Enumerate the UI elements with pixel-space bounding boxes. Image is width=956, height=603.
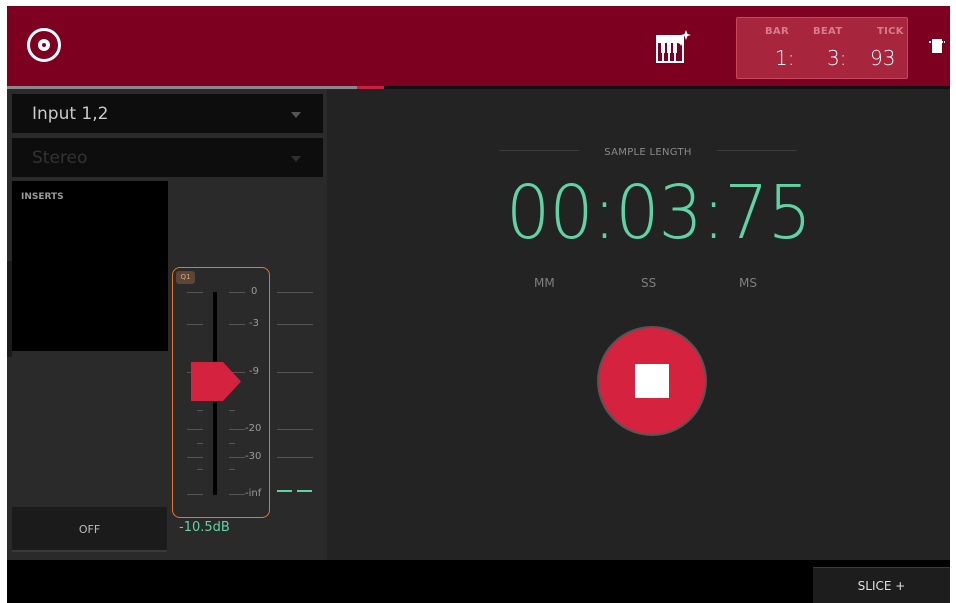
- channel-mode-value: Stereo: [32, 148, 88, 168]
- tick-value[interactable]: 93: [870, 46, 895, 70]
- bar-label: BAR: [765, 26, 789, 37]
- bar-value[interactable]: 1:: [775, 46, 794, 70]
- stop-record-button[interactable]: [597, 326, 707, 436]
- db-mark-minus3: -3: [249, 318, 259, 329]
- fader-handle[interactable]: [191, 362, 241, 401]
- tick-label: TICK: [877, 26, 904, 37]
- inserts-label: INSERTS: [21, 192, 64, 202]
- position-counter[interactable]: BAR BEAT TICK 1: 3: 93: [736, 17, 908, 79]
- sample-length-time: 00:03:75: [506, 170, 812, 256]
- off-label: OFF: [78, 523, 101, 536]
- bottom-toolbar: SLICE +: [7, 560, 950, 603]
- db-mark-minus20: -20: [245, 423, 262, 434]
- inserts-slot[interactable]: INSERTS: [12, 181, 168, 351]
- app-window: BAR BEAT TICK 1: 3: 93 Input 1,2 Stereo …: [7, 6, 950, 603]
- unit-minutes: MM: [534, 276, 555, 290]
- db-mark-0: 0: [251, 286, 258, 297]
- beat-value[interactable]: 3:: [827, 46, 846, 70]
- input-panel: Input 1,2 Stereo INSERTS OFF Q1 0 -3 -9 …: [7, 89, 327, 560]
- db-mark-minus9: -9: [249, 366, 259, 377]
- input-source-value: Input 1,2: [32, 104, 109, 124]
- chevron-down-icon: [291, 156, 301, 162]
- fader-value: -10.5dB: [179, 520, 230, 535]
- monitor-off-button[interactable]: OFF: [12, 507, 167, 552]
- chevron-down-icon: [291, 112, 301, 118]
- slice-plus-button[interactable]: SLICE +: [813, 567, 950, 603]
- keyboard-sparkle-icon[interactable]: [655, 30, 691, 66]
- sample-length-label: SAMPLE LENGTH: [604, 147, 692, 158]
- channel-mode-select[interactable]: Stereo: [12, 138, 323, 177]
- unit-milliseconds: MS: [739, 276, 757, 290]
- beat-label: BEAT: [813, 26, 843, 37]
- header-divider-marker: [357, 86, 384, 89]
- slice-plus-label: SLICE +: [857, 579, 906, 593]
- header-bar: BAR BEAT TICK 1: 3: 93: [7, 6, 950, 86]
- cpu-chip-icon[interactable]: [929, 39, 945, 53]
- side-handle[interactable]: [7, 261, 12, 357]
- stop-icon: [635, 364, 669, 398]
- unit-seconds: SS: [641, 276, 657, 290]
- db-mark-minus30: -30: [245, 451, 262, 462]
- record-level-fader[interactable]: Q1 0 -3 -9 -20 -30 -inf: [172, 267, 270, 518]
- q-link-tag: Q1: [176, 271, 195, 284]
- vinyl-record-icon[interactable]: [27, 28, 61, 62]
- meter-level-indicator: [277, 490, 313, 492]
- db-mark-minus-inf: -inf: [245, 488, 262, 499]
- input-source-select[interactable]: Input 1,2: [12, 94, 323, 133]
